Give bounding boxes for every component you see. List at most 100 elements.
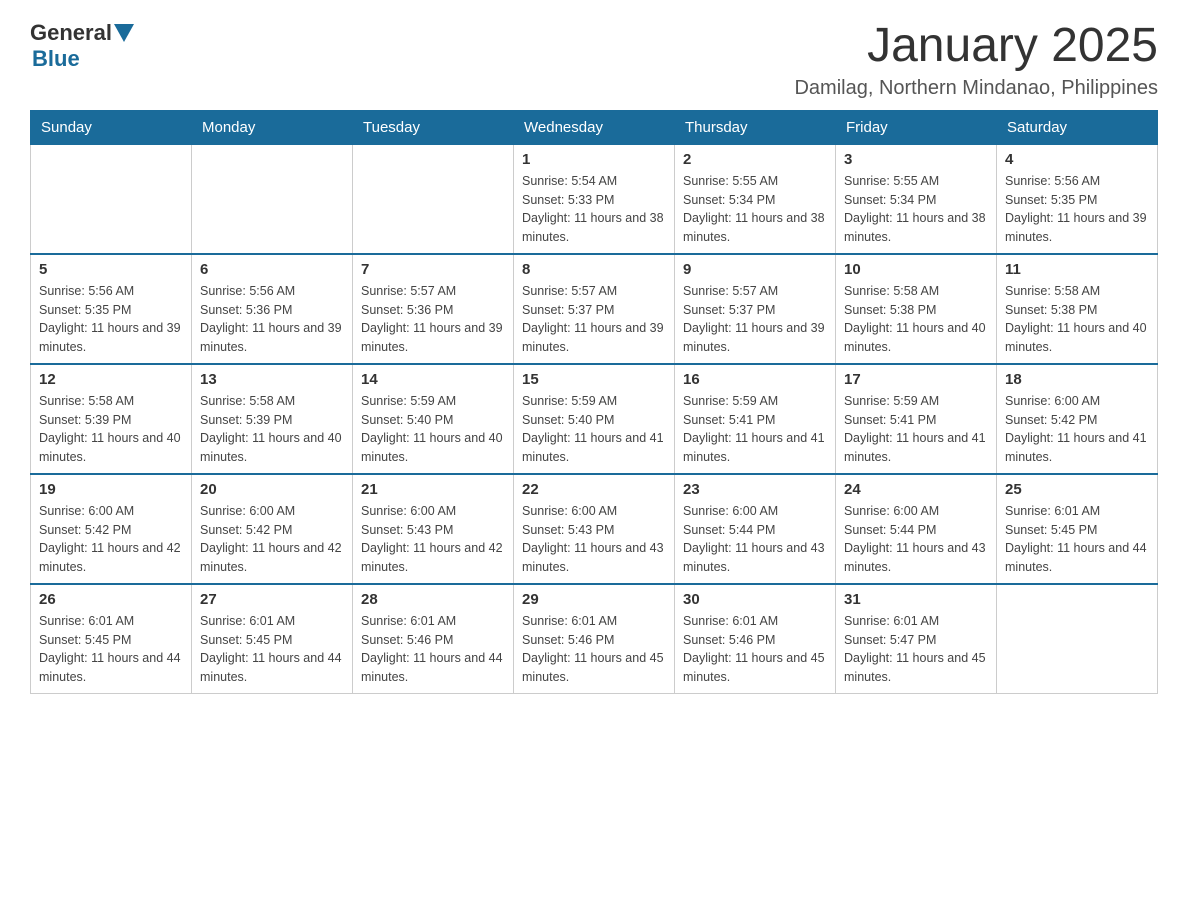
month-title: January 2025 <box>794 20 1158 73</box>
calendar-week-row: 1 Sunrise: 5:54 AMSunset: 5:33 PMDaylight… <box>31 144 1158 254</box>
calendar-day-2: 2 Sunrise: 5:55 AMSunset: 5:34 PMDaylight… <box>675 144 836 254</box>
logo-general-text: General <box>30 20 112 46</box>
day-info: Sunrise: 5:56 AMSunset: 5:35 PMDaylight:… <box>39 282 183 357</box>
calendar-day-13: 13 Sunrise: 5:58 AMSunset: 5:39 PMDayligh… <box>192 364 353 474</box>
day-info: Sunrise: 6:01 AMSunset: 5:45 PMDaylight:… <box>200 612 344 687</box>
header-monday: Monday <box>192 110 353 144</box>
day-info: Sunrise: 5:59 AMSunset: 5:40 PMDaylight:… <box>361 392 505 467</box>
day-info: Sunrise: 5:54 AMSunset: 5:33 PMDaylight:… <box>522 172 666 247</box>
day-number: 7 <box>361 261 505 278</box>
calendar-day-29: 29 Sunrise: 6:01 AMSunset: 5:46 PMDayligh… <box>514 584 675 694</box>
day-info: Sunrise: 5:59 AMSunset: 5:40 PMDaylight:… <box>522 392 666 467</box>
day-info: Sunrise: 6:01 AMSunset: 5:45 PMDaylight:… <box>1005 502 1149 577</box>
day-number: 22 <box>522 481 666 498</box>
day-number: 4 <box>1005 151 1149 168</box>
calendar-day-31: 31 Sunrise: 6:01 AMSunset: 5:47 PMDayligh… <box>836 584 997 694</box>
day-info: Sunrise: 5:57 AMSunset: 5:36 PMDaylight:… <box>361 282 505 357</box>
calendar-day-24: 24 Sunrise: 6:00 AMSunset: 5:44 PMDayligh… <box>836 474 997 584</box>
day-number: 2 <box>683 151 827 168</box>
calendar-day-30: 30Sunrise: 6:01 AMSunset: 5:46 PMDayligh… <box>675 584 836 694</box>
calendar-day-18: 18 Sunrise: 6:00 AMSunset: 5:42 PMDayligh… <box>997 364 1158 474</box>
day-info: Sunrise: 5:57 AMSunset: 5:37 PMDaylight:… <box>522 282 666 357</box>
header-saturday: Saturday <box>997 110 1158 144</box>
day-info: Sunrise: 5:58 AMSunset: 5:39 PMDaylight:… <box>39 392 183 467</box>
day-number: 11 <box>1005 261 1149 278</box>
day-number: 12 <box>39 371 183 388</box>
calendar-day-20: 20Sunrise: 6:00 AMSunset: 5:42 PMDayligh… <box>192 474 353 584</box>
calendar-day-11: 11 Sunrise: 5:58 AMSunset: 5:38 PMDayligh… <box>997 254 1158 364</box>
day-number: 5 <box>39 261 183 278</box>
calendar-table: SundayMondayTuesdayWednesdayThursdayFrid… <box>30 110 1158 694</box>
day-info: Sunrise: 6:00 AMSunset: 5:44 PMDaylight:… <box>683 502 827 577</box>
calendar-day-9: 9Sunrise: 5:57 AMSunset: 5:37 PMDaylight… <box>675 254 836 364</box>
day-info: Sunrise: 6:01 AMSunset: 5:46 PMDaylight:… <box>522 612 666 687</box>
day-info: Sunrise: 5:56 AMSunset: 5:36 PMDaylight:… <box>200 282 344 357</box>
day-number: 1 <box>522 151 666 168</box>
calendar-day-28: 28Sunrise: 6:01 AMSunset: 5:46 PMDayligh… <box>353 584 514 694</box>
page-header: General Blue January 2025 Damilag, North… <box>30 20 1158 100</box>
day-info: Sunrise: 6:00 AMSunset: 5:42 PMDaylight:… <box>200 502 344 577</box>
day-info: Sunrise: 6:00 AMSunset: 5:43 PMDaylight:… <box>361 502 505 577</box>
calendar-day-5: 5 Sunrise: 5:56 AMSunset: 5:35 PMDaylight… <box>31 254 192 364</box>
day-number: 10 <box>844 261 988 278</box>
calendar-day-1: 1 Sunrise: 5:54 AMSunset: 5:33 PMDaylight… <box>514 144 675 254</box>
calendar-day-16: 16 Sunrise: 5:59 AMSunset: 5:41 PMDayligh… <box>675 364 836 474</box>
empty-day-cell <box>997 584 1158 694</box>
day-number: 3 <box>844 151 988 168</box>
day-info: Sunrise: 5:57 AMSunset: 5:37 PMDaylight:… <box>683 282 827 357</box>
calendar-day-19: 19Sunrise: 6:00 AMSunset: 5:42 PMDayligh… <box>31 474 192 584</box>
logo-triangle-icon <box>114 24 134 44</box>
day-number: 15 <box>522 371 666 388</box>
day-info: Sunrise: 5:58 AMSunset: 5:38 PMDaylight:… <box>844 282 988 357</box>
calendar-day-25: 25 Sunrise: 6:01 AMSunset: 5:45 PMDayligh… <box>997 474 1158 584</box>
day-info: Sunrise: 6:01 AMSunset: 5:45 PMDaylight:… <box>39 612 183 687</box>
day-number: 14 <box>361 371 505 388</box>
day-number: 13 <box>200 371 344 388</box>
calendar-day-12: 12 Sunrise: 5:58 AMSunset: 5:39 PMDayligh… <box>31 364 192 474</box>
day-number: 25 <box>1005 481 1149 498</box>
day-number: 16 <box>683 371 827 388</box>
day-info: Sunrise: 6:00 AMSunset: 5:44 PMDaylight:… <box>844 502 988 577</box>
calendar-day-6: 6 Sunrise: 5:56 AMSunset: 5:36 PMDaylight… <box>192 254 353 364</box>
header-friday: Friday <box>836 110 997 144</box>
header-thursday: Thursday <box>675 110 836 144</box>
header-tuesday: Tuesday <box>353 110 514 144</box>
day-info: Sunrise: 5:59 AMSunset: 5:41 PMDaylight:… <box>683 392 827 467</box>
calendar-day-15: 15 Sunrise: 5:59 AMSunset: 5:40 PMDayligh… <box>514 364 675 474</box>
day-info: Sunrise: 6:01 AMSunset: 5:46 PMDaylight:… <box>683 612 827 687</box>
day-info: Sunrise: 6:01 AMSunset: 5:47 PMDaylight:… <box>844 612 988 687</box>
calendar-week-row: 5 Sunrise: 5:56 AMSunset: 5:35 PMDaylight… <box>31 254 1158 364</box>
day-info: Sunrise: 5:59 AMSunset: 5:41 PMDaylight:… <box>844 392 988 467</box>
calendar-day-17: 17Sunrise: 5:59 AMSunset: 5:41 PMDayligh… <box>836 364 997 474</box>
day-number: 29 <box>522 591 666 608</box>
empty-day-cell <box>353 144 514 254</box>
calendar-day-10: 10 Sunrise: 5:58 AMSunset: 5:38 PMDayligh… <box>836 254 997 364</box>
day-number: 18 <box>1005 371 1149 388</box>
calendar-day-26: 26 Sunrise: 6:01 AMSunset: 5:45 PMDayligh… <box>31 584 192 694</box>
location-subtitle: Damilag, Northern Mindanao, Philippines <box>794 77 1158 100</box>
day-info: Sunrise: 6:00 AMSunset: 5:43 PMDaylight:… <box>522 502 666 577</box>
calendar-day-27: 27Sunrise: 6:01 AMSunset: 5:45 PMDayligh… <box>192 584 353 694</box>
calendar-day-14: 14 Sunrise: 5:59 AMSunset: 5:40 PMDayligh… <box>353 364 514 474</box>
day-info: Sunrise: 5:58 AMSunset: 5:38 PMDaylight:… <box>1005 282 1149 357</box>
calendar-week-row: 26 Sunrise: 6:01 AMSunset: 5:45 PMDayligh… <box>31 584 1158 694</box>
title-block: January 2025 Damilag, Northern Mindanao,… <box>794 20 1158 100</box>
day-number: 21 <box>361 481 505 498</box>
day-info: Sunrise: 6:01 AMSunset: 5:46 PMDaylight:… <box>361 612 505 687</box>
calendar-day-7: 7 Sunrise: 5:57 AMSunset: 5:36 PMDaylight… <box>353 254 514 364</box>
day-number: 8 <box>522 261 666 278</box>
day-number: 24 <box>844 481 988 498</box>
day-info: Sunrise: 5:55 AMSunset: 5:34 PMDaylight:… <box>683 172 827 247</box>
calendar-day-8: 8 Sunrise: 5:57 AMSunset: 5:37 PMDaylight… <box>514 254 675 364</box>
calendar-week-row: 12 Sunrise: 5:58 AMSunset: 5:39 PMDayligh… <box>31 364 1158 474</box>
calendar-header-row: SundayMondayTuesdayWednesdayThursdayFrid… <box>31 110 1158 144</box>
day-number: 26 <box>39 591 183 608</box>
day-number: 23 <box>683 481 827 498</box>
day-info: Sunrise: 5:58 AMSunset: 5:39 PMDaylight:… <box>200 392 344 467</box>
day-info: Sunrise: 5:56 AMSunset: 5:35 PMDaylight:… <box>1005 172 1149 247</box>
day-info: Sunrise: 6:00 AMSunset: 5:42 PMDaylight:… <box>1005 392 1149 467</box>
day-number: 6 <box>200 261 344 278</box>
header-sunday: Sunday <box>31 110 192 144</box>
day-number: 19 <box>39 481 183 498</box>
day-number: 31 <box>844 591 988 608</box>
